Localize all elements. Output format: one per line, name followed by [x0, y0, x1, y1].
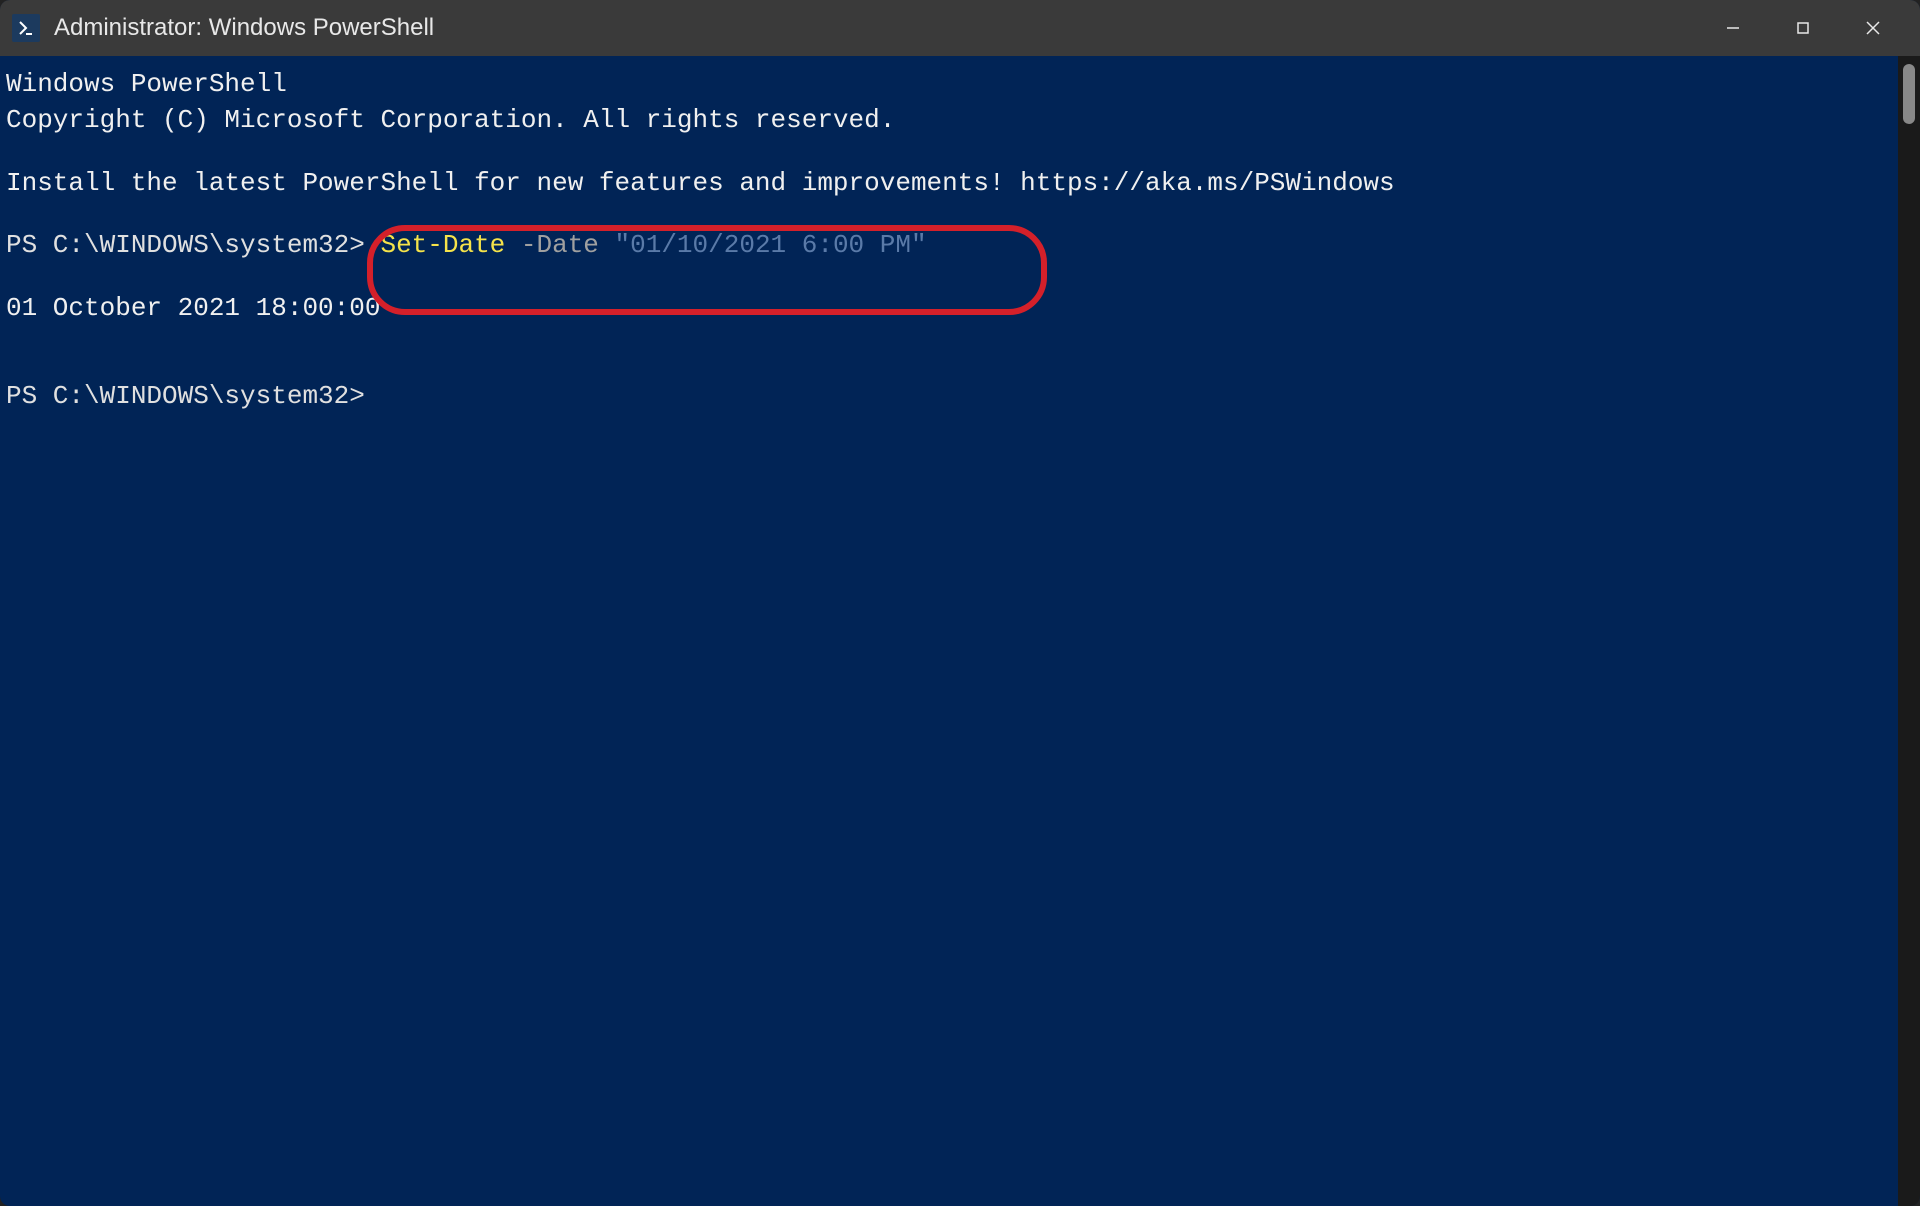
- prompt-1: PS C:\WINDOWS\system32>: [6, 230, 380, 260]
- terminal-area[interactable]: Windows PowerShell Copyright (C) Microso…: [0, 56, 1920, 1206]
- scrollbar[interactable]: [1898, 56, 1920, 1206]
- banner-line-1: Windows PowerShell: [6, 66, 1914, 102]
- maximize-icon: [1795, 20, 1811, 36]
- output-line: 01 October 2021 18:00:00: [6, 290, 1914, 326]
- minimize-icon: [1725, 20, 1741, 36]
- minimize-button[interactable]: [1698, 0, 1768, 56]
- prompt-2: PS C:\WINDOWS\system32>: [6, 381, 365, 411]
- close-button[interactable]: [1838, 0, 1908, 56]
- powershell-icon: [12, 14, 40, 42]
- arg-string: "01/10/2021 6:00 PM": [615, 230, 927, 260]
- param-name: -Date: [505, 230, 614, 260]
- scrollbar-thumb[interactable]: [1903, 64, 1915, 124]
- banner-line-2: Copyright (C) Microsoft Corporation. All…: [6, 102, 1914, 138]
- command-line-2[interactable]: PS C:\WINDOWS\system32>: [6, 378, 1914, 414]
- cmdlet-name: Set-Date: [380, 230, 505, 260]
- close-icon: [1864, 19, 1882, 37]
- window-title: Administrator: Windows PowerShell: [54, 14, 1698, 42]
- powershell-window: Administrator: Windows PowerShell Window…: [0, 0, 1920, 1206]
- command-line-1: PS C:\WINDOWS\system32> Set-Date -Date "…: [6, 227, 1914, 263]
- install-message: Install the latest PowerShell for new fe…: [6, 165, 1914, 201]
- maximize-button[interactable]: [1768, 0, 1838, 56]
- titlebar[interactable]: Administrator: Windows PowerShell: [0, 0, 1920, 56]
- window-controls: [1698, 0, 1908, 56]
